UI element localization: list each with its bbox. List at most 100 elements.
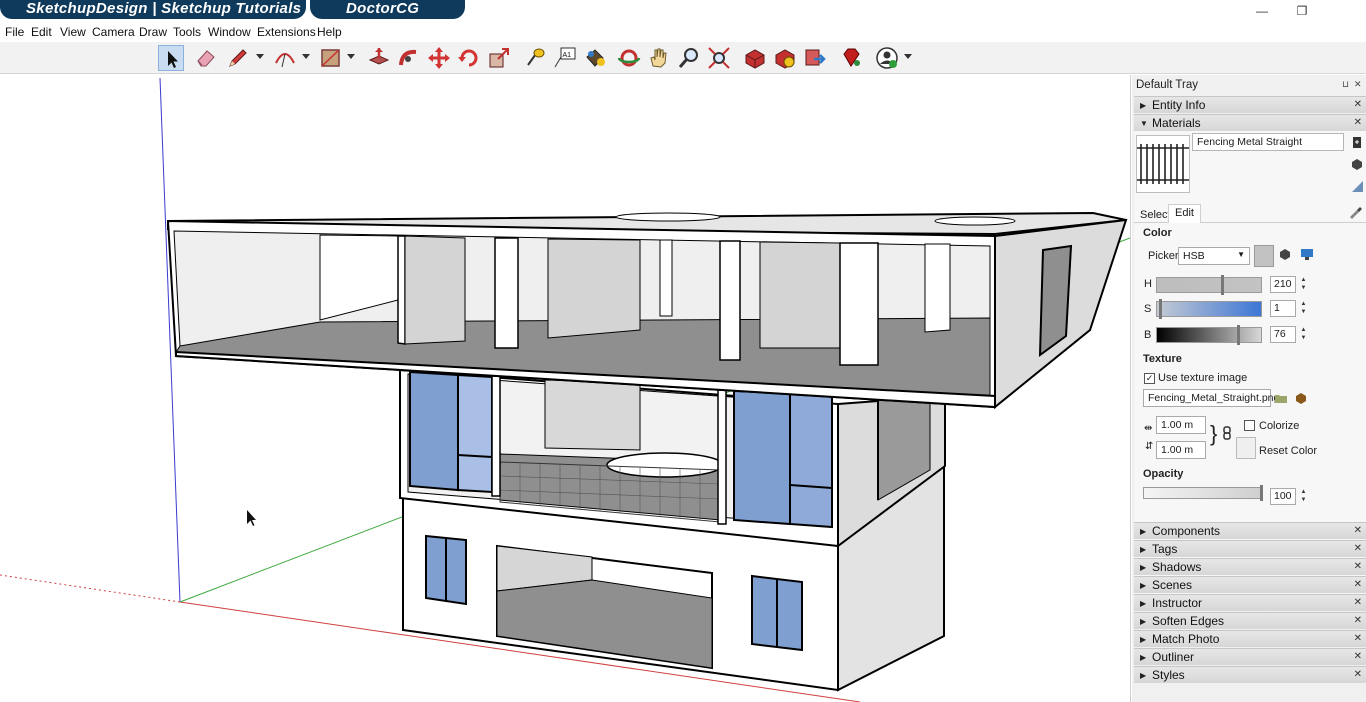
menu-extensions[interactable]: Extensions xyxy=(257,25,316,39)
collapsed-triangle-icon: ▶ xyxy=(1140,671,1147,680)
panel-label: Materials xyxy=(1152,116,1201,130)
texture-file-field[interactable]: Fencing_Metal_Straight.png xyxy=(1143,389,1279,407)
material-thumbnail[interactable] xyxy=(1136,135,1190,193)
collapsed-triangle-icon: ▶ xyxy=(1140,581,1147,590)
brightness-input[interactable]: 76 xyxy=(1270,326,1296,343)
rotate-tool-icon[interactable] xyxy=(456,45,482,71)
modeling-viewport[interactable] xyxy=(0,75,1131,702)
material-details-icon[interactable] xyxy=(1350,157,1364,171)
opacity-slider[interactable] xyxy=(1143,485,1263,501)
user-account-icon[interactable] xyxy=(874,45,900,71)
panel-tags[interactable]: ▶ Tags ✕ xyxy=(1134,540,1366,557)
opacity-spinner[interactable]: ▲ ▼ xyxy=(1298,488,1309,505)
panel-close-icon[interactable]: ✕ xyxy=(1354,97,1362,113)
saturation-spinner[interactable]: ▲ ▼ xyxy=(1298,300,1309,317)
zoom-tool-icon[interactable] xyxy=(676,45,702,71)
pencil-dropdown-arrow-icon[interactable] xyxy=(256,54,264,59)
panel-scenes[interactable]: ▶ Scenes ✕ xyxy=(1134,576,1366,593)
menu-view[interactable]: View xyxy=(60,25,86,39)
saturation-input[interactable]: 1 xyxy=(1270,300,1296,317)
panel-close-icon: ✕ xyxy=(1353,579,1362,590)
maximize-button[interactable]: ❐ xyxy=(1290,2,1314,20)
move-tool-icon[interactable] xyxy=(426,45,452,71)
color-swatch[interactable] xyxy=(1254,245,1274,267)
reset-color-swatch[interactable] xyxy=(1236,437,1256,459)
panel-close-icon[interactable]: ✕ xyxy=(1354,115,1362,131)
menu-window[interactable]: Window xyxy=(208,25,251,39)
tray-pin-icon[interactable]: ⊔ xyxy=(1342,79,1349,90)
arc-tool-icon[interactable] xyxy=(272,45,298,71)
menu-file[interactable]: File xyxy=(5,25,24,39)
shape-dropdown-arrow-icon[interactable] xyxy=(347,54,355,59)
picker-select[interactable]: HSB ▼ xyxy=(1178,247,1250,265)
eraser-tool-icon[interactable] xyxy=(193,45,219,71)
orbit-tool-icon[interactable] xyxy=(616,45,642,71)
zoom-extents-tool-icon[interactable] xyxy=(706,45,732,71)
match-color-screen-icon[interactable] xyxy=(1300,247,1314,261)
tray-close-icon[interactable]: ✕ xyxy=(1354,79,1362,90)
browse-folder-icon[interactable] xyxy=(1274,391,1288,405)
eyedropper-icon[interactable] xyxy=(1348,205,1362,219)
panel-styles[interactable]: ▶ Styles ✕ xyxy=(1134,666,1366,683)
tab-edit[interactable]: Edit xyxy=(1168,204,1201,223)
panel-instructor[interactable]: ▶ Instructor ✕ xyxy=(1134,594,1366,611)
material-name-field[interactable]: Fencing Metal Straight xyxy=(1192,133,1344,151)
hue-slider[interactable] xyxy=(1156,275,1262,295)
menu-camera[interactable]: Camera xyxy=(92,25,135,39)
sample-paint-icon[interactable] xyxy=(1350,179,1364,193)
texture-height-field[interactable]: 1.00 m xyxy=(1156,441,1206,459)
menu-draw[interactable]: Draw xyxy=(139,25,167,39)
arc-dropdown-arrow-icon[interactable] xyxy=(302,54,310,59)
paint-bucket-tool-icon[interactable] xyxy=(582,45,608,71)
menu-tools[interactable]: Tools xyxy=(173,25,201,39)
texture-width-field[interactable]: 1.00 m xyxy=(1156,416,1206,434)
extension-warehouse-icon[interactable] xyxy=(772,45,798,71)
panel-outliner[interactable]: ▶ Outliner ✕ xyxy=(1134,648,1366,665)
panel-match-photo[interactable]: ▶ Match Photo ✕ xyxy=(1134,630,1366,647)
panel-soften-edges[interactable]: ▶ Soften Edges ✕ xyxy=(1134,612,1366,629)
saturation-slider[interactable] xyxy=(1156,299,1262,319)
opacity-slider-knob[interactable] xyxy=(1260,485,1263,501)
colorize-checkbox[interactable] xyxy=(1244,420,1255,431)
reset-color-label[interactable]: Reset Color xyxy=(1259,445,1317,457)
hue-slider-knob[interactable] xyxy=(1221,275,1224,295)
minimize-button[interactable]: — xyxy=(1250,2,1274,20)
brightness-slider-knob[interactable] xyxy=(1237,325,1240,345)
expanded-triangle-icon: ▼ xyxy=(1140,119,1148,128)
chain-link-icon[interactable] xyxy=(1220,426,1234,440)
panel-label: Soften Edges xyxy=(1152,614,1225,628)
brightness-spinner[interactable]: ▲ ▼ xyxy=(1298,326,1309,343)
menu-edit[interactable]: Edit xyxy=(31,25,52,39)
ruby-console-icon[interactable] xyxy=(838,45,864,71)
opacity-input[interactable]: 100 xyxy=(1270,488,1296,505)
edit-texture-icon[interactable] xyxy=(1294,391,1308,405)
3d-warehouse-icon[interactable] xyxy=(742,45,768,71)
tape-measure-tool-icon[interactable] xyxy=(522,45,548,71)
panel-components[interactable]: ▶ Components ✕ xyxy=(1134,522,1366,539)
scale-tool-icon[interactable] xyxy=(486,45,512,71)
panel-label: Instructor xyxy=(1152,596,1203,610)
select-tool-icon[interactable] xyxy=(158,45,184,71)
account-dropdown-arrow-icon[interactable] xyxy=(904,54,912,59)
use-texture-checkbox[interactable]: ✓ xyxy=(1144,373,1155,384)
shape-tool-icon[interactable] xyxy=(318,45,344,71)
panel-entity-info[interactable]: ▶ Entity Info ✕ xyxy=(1134,96,1366,113)
send-to-layout-icon[interactable] xyxy=(802,45,828,71)
brightness-slider[interactable] xyxy=(1156,325,1262,345)
colorize-label: Colorize xyxy=(1259,420,1300,432)
hue-input[interactable]: 210 xyxy=(1270,276,1296,293)
hue-spinner[interactable]: ▲ ▼ xyxy=(1298,276,1309,293)
pan-tool-icon[interactable] xyxy=(646,45,672,71)
create-material-icon[interactable] xyxy=(1350,135,1364,149)
model-canvas[interactable] xyxy=(0,75,1131,702)
menu-help[interactable]: Help xyxy=(317,25,342,39)
pencil-tool-icon[interactable] xyxy=(225,45,251,71)
follow-me-tool-icon[interactable] xyxy=(396,45,422,71)
panel-materials[interactable]: ▼ Materials ✕ xyxy=(1134,114,1366,131)
panel-shadows[interactable]: ▶ Shadows ✕ xyxy=(1134,558,1366,575)
match-color-model-icon[interactable] xyxy=(1278,247,1292,261)
text-tool-icon[interactable]: A1 xyxy=(552,45,578,71)
saturation-slider-knob[interactable] xyxy=(1159,299,1162,319)
panel-label: Scenes xyxy=(1152,578,1193,592)
push-pull-tool-icon[interactable] xyxy=(366,45,392,71)
